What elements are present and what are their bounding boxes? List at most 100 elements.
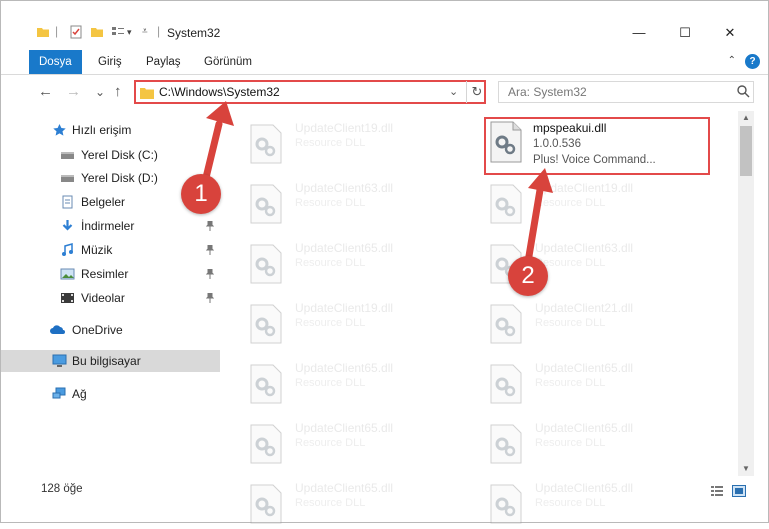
customize-qat-icon[interactable]: ⩡ [142, 26, 148, 37]
new-folder-icon[interactable] [90, 25, 104, 39]
sidebar-item-label: Müzik [81, 243, 113, 257]
sidebar-item-drive-c[interactable]: Yerel Disk (C:) [1, 144, 220, 166]
sidebar-item-label: Belgeler [81, 195, 126, 209]
file-tile[interactable]: UpdateClient65.dll Resource DLL [489, 359, 719, 409]
view-options-icon[interactable] [111, 25, 125, 39]
drive-icon [61, 152, 74, 159]
search-placeholder: Ara: System32 [508, 85, 587, 99]
scroll-thumb[interactable] [740, 126, 752, 176]
computer-icon [52, 354, 67, 367]
sidebar-item-onedrive[interactable]: OneDrive [1, 319, 220, 341]
step-badge-2: 2 [508, 256, 548, 296]
file-description: Resource DLL [295, 197, 366, 209]
documents-icon [62, 195, 73, 209]
dll-file-icon [250, 484, 282, 524]
sidebar-item-this-pc[interactable]: Bu bilgisayar [1, 350, 220, 372]
sidebar-item-videos[interactable]: Videolar [1, 287, 220, 309]
large-icons-view-icon[interactable] [732, 485, 746, 497]
forward-button[interactable]: → [66, 83, 81, 101]
sidebar-item-quick-access[interactable]: Hızlı erişim [1, 119, 220, 141]
sidebar-item-label: Yerel Disk (C:) [81, 148, 158, 162]
dll-file-icon [250, 184, 282, 224]
help-icon[interactable]: ? [745, 54, 760, 69]
file-description: Resource DLL [295, 377, 366, 389]
sidebar-item-network[interactable]: Ağ [1, 383, 220, 405]
network-icon [52, 387, 66, 399]
properties-icon[interactable] [69, 25, 83, 39]
navigation-pane: Hızlı erişim Yerel Disk (C:) Yerel Disk … [1, 111, 221, 471]
scroll-up-icon[interactable]: ▲ [738, 111, 754, 125]
file-tile[interactable]: UpdateClient65.dll Resource DLL [249, 239, 479, 289]
cloud-icon [50, 325, 65, 334]
sidebar-item-label: OneDrive [72, 323, 123, 337]
sidebar-item-pictures[interactable]: Resimler [1, 263, 220, 285]
sidebar-item-label: Yerel Disk (D:) [81, 171, 158, 185]
file-description: Resource DLL [535, 437, 606, 449]
dll-file-icon [490, 304, 522, 344]
dll-file-icon [490, 364, 522, 404]
refresh-button[interactable]: ↻ [466, 81, 487, 103]
tab-view[interactable]: Görünüm [194, 50, 262, 74]
tab-home[interactable]: Giriş [88, 50, 132, 74]
file-name[interactable]: mpspeakui.dll [533, 121, 606, 135]
file-tile[interactable]: UpdateClient65.dll Resource DLL [249, 359, 479, 409]
dll-file-icon [250, 424, 282, 464]
file-description: Resource DLL [295, 137, 366, 149]
file-name: UpdateClient63.dll [295, 181, 394, 195]
dll-file-icon [490, 184, 522, 224]
pin-icon[interactable] [206, 245, 214, 255]
tab-share[interactable]: Paylaş [136, 50, 191, 74]
address-text[interactable]: C:\Windows\System32 [159, 85, 280, 99]
file-tile[interactable]: UpdateClient65.dll Resource DLL [489, 479, 719, 529]
pin-icon[interactable] [206, 269, 214, 279]
back-button[interactable]: ← [38, 83, 53, 101]
scroll-down-icon[interactable]: ▼ [738, 462, 754, 476]
file-description: Plus! Voice Command... [533, 154, 656, 166]
close-button[interactable]: ✕ [712, 23, 748, 43]
file-tile[interactable]: UpdateClient65.dll Resource DLL [249, 479, 479, 529]
window-title: System32 [167, 26, 221, 40]
qat-dropdown-icon[interactable]: ▾ [127, 27, 132, 38]
file-tile[interactable]: UpdateClient21.dll Resource DLL [489, 299, 719, 349]
maximize-button[interactable]: ☐ [667, 23, 703, 43]
title-divider: | [157, 24, 161, 38]
details-view-icon[interactable] [710, 485, 724, 497]
file-version: 1.0.0.536 [533, 138, 581, 150]
title-bar: | ▾ ⩡ | System32 — ☐ ✕ [1, 1, 768, 48]
file-tile[interactable]: UpdateClient65.dll Resource DLL [489, 419, 719, 469]
address-dropdown-icon[interactable]: ⌄ [449, 85, 458, 98]
file-tile[interactable]: UpdateClient19.dll Resource DLL [249, 299, 479, 349]
dll-file-icon [250, 124, 282, 164]
pin-icon[interactable] [206, 293, 214, 303]
folder-icon [140, 88, 154, 99]
sidebar-item-downloads[interactable]: İndirmeler [1, 215, 220, 237]
sidebar-item-label: Ağ [72, 387, 87, 401]
search-icon[interactable] [736, 84, 750, 98]
sidebar-item-music[interactable]: Müzik [1, 239, 220, 261]
file-description: Resource DLL [535, 317, 606, 329]
ribbon-tabs: Dosya Giriş Paylaş Görünüm ⌃ ? [1, 50, 768, 75]
recent-locations-button[interactable]: ⌄ [95, 83, 105, 101]
file-tile[interactable]: UpdateClient63.dll Resource DLL [249, 179, 479, 229]
collapse-ribbon-icon[interactable]: ⌃ [728, 55, 736, 66]
dll-file-icon [490, 484, 522, 524]
qat-divider: | [55, 24, 59, 38]
file-tile[interactable]: UpdateClient19.dll Resource DLL [489, 179, 719, 229]
minimize-button[interactable]: — [621, 23, 657, 43]
file-name: UpdateClient21.dll [535, 301, 634, 315]
tab-file[interactable]: Dosya [29, 50, 82, 74]
sidebar-item-label: İndirmeler [81, 219, 135, 233]
file-name: UpdateClient65.dll [535, 481, 634, 495]
pin-icon[interactable] [206, 221, 214, 231]
file-name: UpdateClient65.dll [535, 421, 634, 435]
up-button[interactable]: ↑ [114, 83, 122, 101]
step-badge-1: 1 [181, 174, 221, 214]
file-tile[interactable]: UpdateClient65.dll Resource DLL [249, 419, 479, 469]
drive-icon [61, 175, 74, 182]
folder-icon[interactable] [36, 25, 50, 39]
file-tile[interactable]: UpdateClient19.dll Resource DLL [249, 119, 479, 169]
download-icon [62, 220, 73, 231]
dll-file-icon [490, 121, 522, 163]
file-name: UpdateClient65.dll [295, 481, 394, 495]
file-description: Resource DLL [535, 497, 606, 509]
